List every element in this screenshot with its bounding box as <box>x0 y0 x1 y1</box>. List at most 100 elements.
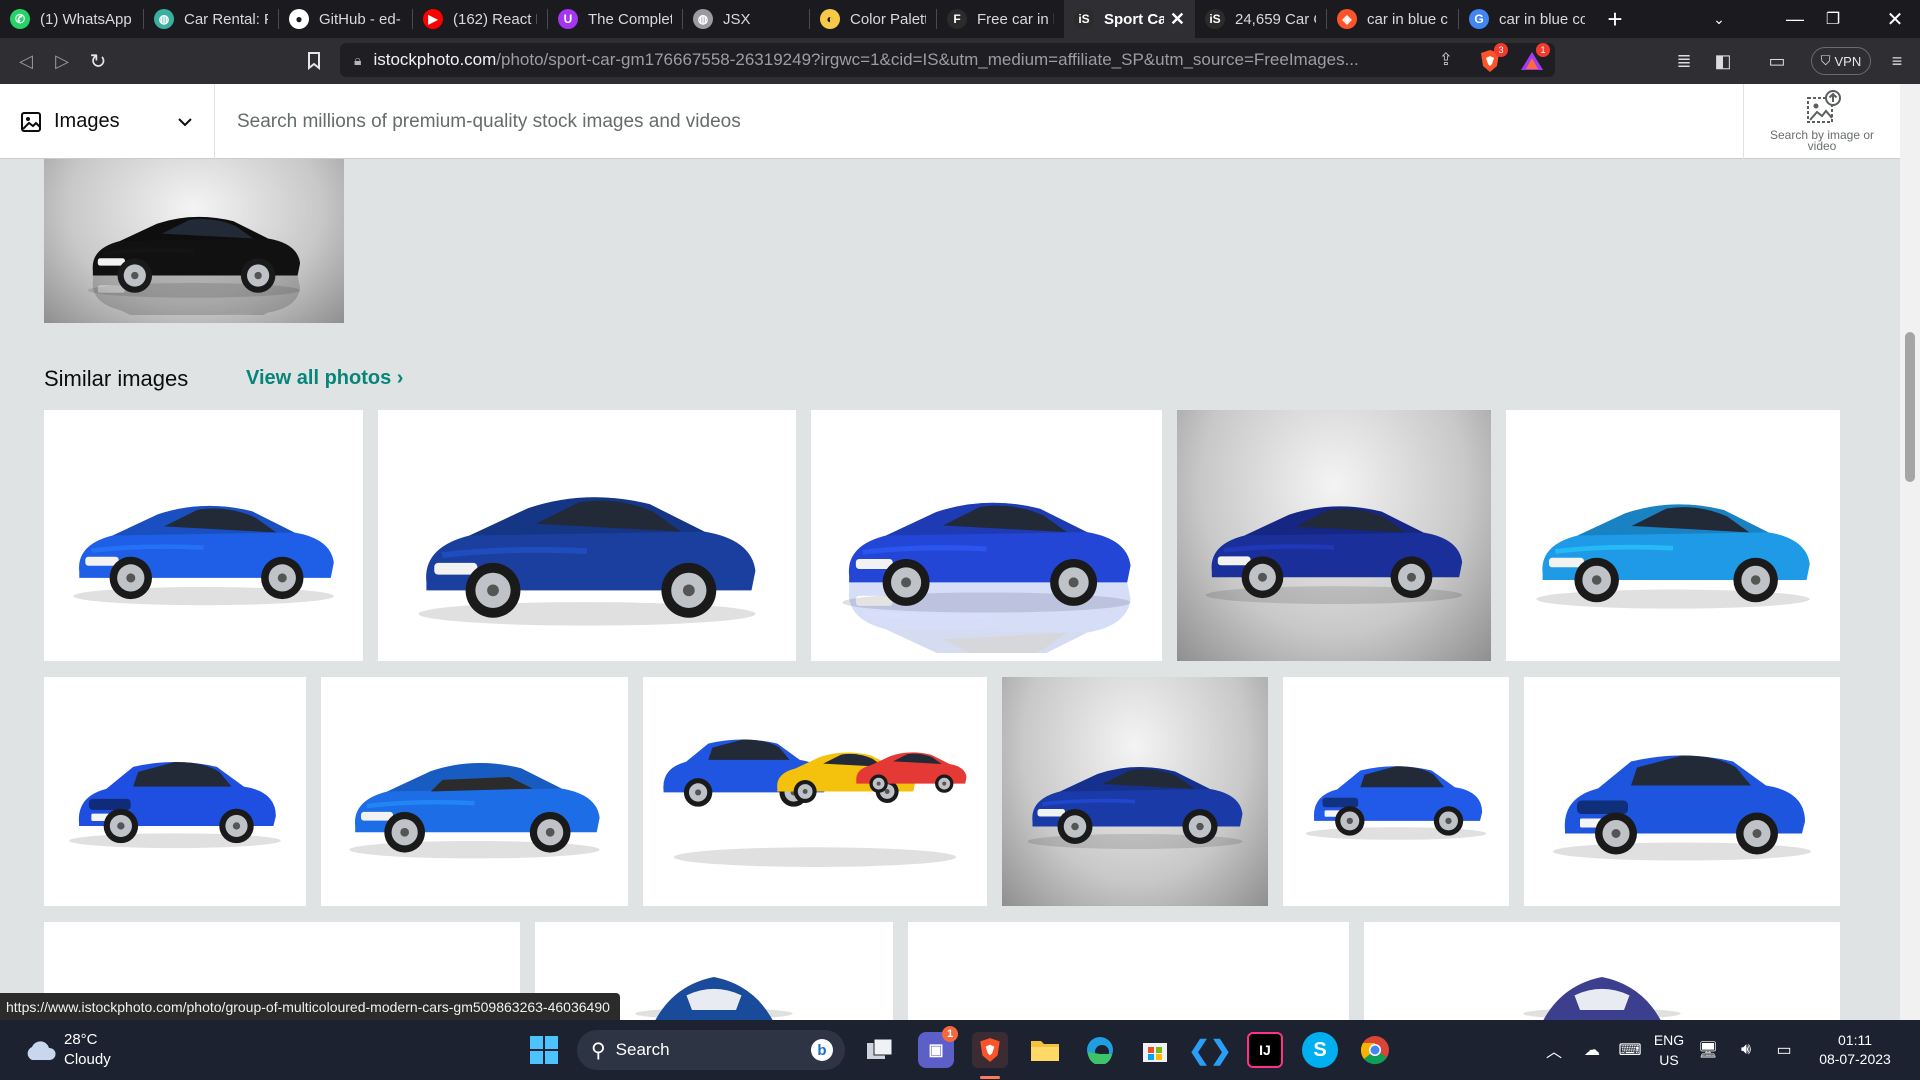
image-search-button[interactable]: Search by image or video <box>1743 84 1900 159</box>
page-scrollbar[interactable] <box>1900 84 1920 1020</box>
media-type-select[interactable]: Images <box>0 84 215 159</box>
tab-label: Car Rental: Fr <box>184 10 268 28</box>
tab[interactable]: ◈ car in blue co <box>1327 0 1458 38</box>
reload-icon[interactable]: ↻ <box>80 43 116 79</box>
tab[interactable]: ▶ (162) React R <box>413 0 547 38</box>
tab[interactable]: ● GitHub - ed- <box>279 0 412 38</box>
palette-icon: ◐ <box>820 9 840 29</box>
share-icon[interactable]: ⇪ <box>1439 50 1453 70</box>
whatsapp-icon: ✆ <box>10 9 30 29</box>
blue-sports-car-2-illustration <box>418 497 756 626</box>
show-hidden-icons-chevron-icon[interactable]: ︿ <box>1535 1038 1573 1062</box>
menu-icon[interactable]: ≡ <box>1882 46 1912 76</box>
istock-icon: iS <box>1205 9 1225 29</box>
bookmark-icon[interactable] <box>296 43 332 79</box>
blue-sports-car-image-3[interactable] <box>811 410 1162 661</box>
blue-convertible-image[interactable] <box>321 677 628 906</box>
back-icon[interactable]: ◁ <box>8 43 44 79</box>
partial-image-4[interactable] <box>1364 922 1840 1020</box>
tab-label: 24,659 Car C <box>1235 10 1316 28</box>
windows-start-icon[interactable] <box>526 1032 562 1068</box>
network-icon[interactable]: 🖥︎ <box>1689 1040 1727 1060</box>
brave-browser-icon[interactable] <box>972 1032 1008 1068</box>
skype-icon[interactable]: S <box>1302 1032 1338 1068</box>
black-sports-car-image[interactable] <box>44 159 344 323</box>
address-bar[interactable]: 🔒︎ istockphoto.com/photo/sport-car-gm176… <box>340 43 1555 77</box>
blue-sports-car-image-6[interactable] <box>1002 677 1268 906</box>
battery-icon[interactable]: ▭ <box>1765 1040 1803 1060</box>
blue-sports-car-image-2[interactable] <box>378 410 796 661</box>
edge-icon[interactable] <box>1082 1032 1118 1068</box>
teams-chat-icon[interactable]: ▣ 1 <box>918 1026 958 1068</box>
blue-sports-car-image-1[interactable] <box>44 410 363 661</box>
blue-sports-car-6-illustration <box>1027 767 1243 849</box>
task-view-icon[interactable] <box>862 1032 898 1068</box>
tab[interactable]: ◐ Color Palette <box>810 0 936 38</box>
tab[interactable]: U The Complet <box>548 0 682 38</box>
wallet-icon[interactable]: ▭ <box>1762 46 1792 76</box>
weather-widget[interactable]: 28°C Cloudy <box>24 1030 111 1070</box>
search-input[interactable] <box>215 84 1743 159</box>
partial-image-3[interactable] <box>908 922 1349 1020</box>
date: 08-07-2023 <box>1819 1051 1891 1067</box>
microsoft-store-icon[interactable] <box>1137 1032 1173 1068</box>
close-window-icon[interactable]: ✕ <box>1870 0 1920 38</box>
language-line1: ENG <box>1653 1032 1685 1048</box>
bing-icon: b <box>811 1039 833 1061</box>
sidebar-toggle-icon[interactable]: ◧ <box>1708 46 1738 76</box>
tab-label: JSX <box>723 10 751 28</box>
media-playlist-icon[interactable]: ≣ <box>1669 46 1699 76</box>
tab[interactable]: F Free car in bl <box>937 0 1064 38</box>
blue-sedan-image-3[interactable] <box>1524 677 1840 906</box>
tab[interactable]: ◍ Car Rental: Fr <box>144 0 278 38</box>
blue-sedan-image-1[interactable] <box>44 677 306 906</box>
new-tab-button[interactable]: + <box>1595 4 1635 35</box>
tab[interactable]: Gcar in blue co <box>1459 0 1595 38</box>
tab[interactable]: ✆ (1) WhatsApp <box>0 0 143 38</box>
file-explorer-icon[interactable] <box>1027 1032 1063 1068</box>
taskbar-search[interactable]: ⚲ Search b <box>577 1030 845 1070</box>
chrome-icon[interactable] <box>1357 1032 1393 1068</box>
vpn-button[interactable]: ⛉ VPN <box>1811 47 1871 75</box>
tab[interactable]: iS Sport Ca ✕ <box>1064 0 1195 38</box>
brave-rewards-icon[interactable]: 1 <box>1518 43 1550 75</box>
istock-icon: iS <box>1074 9 1094 29</box>
multicoloured-cars-image[interactable] <box>643 677 987 906</box>
tab[interactable]: iS 24,659 Car C <box>1195 0 1326 38</box>
intellij-icon[interactable]: IJ <box>1247 1032 1283 1068</box>
image-icon <box>21 111 41 132</box>
language-line2: US <box>1659 1052 1679 1068</box>
image-frame <box>1364 922 1840 1020</box>
tab-label: The Complet <box>588 10 672 28</box>
tab-label: car in blue co <box>1499 10 1585 28</box>
weather-temp: 28°C <box>64 1031 98 1048</box>
vscode-icon[interactable]: ❮❯ <box>1188 1032 1232 1068</box>
blue-sports-car-4-illustration <box>1205 506 1463 605</box>
blue-sports-car-image-4[interactable] <box>1177 410 1491 661</box>
language-indicator[interactable]: ENG US <box>1649 1030 1689 1070</box>
restore-icon[interactable]: ❐ <box>1808 0 1858 38</box>
tab-label: Sport Ca <box>1104 10 1164 28</box>
blue-sports-car-image-5[interactable] <box>1506 410 1840 661</box>
onedrive-icon[interactable]: ☁ <box>1573 1040 1611 1060</box>
close-tab-icon[interactable]: ✕ <box>1170 9 1185 30</box>
tab-search-chevron-icon[interactable]: ⌄ <box>1694 0 1744 38</box>
keyboard-icon[interactable]: ⌨ <box>1611 1040 1649 1060</box>
volume-icon[interactable]: 🔊︎ <box>1727 1041 1765 1059</box>
vpn-label: VPN <box>1834 53 1862 69</box>
forward-icon[interactable]: ▷ <box>44 43 80 79</box>
clock[interactable]: 01:11 08-07-2023 <box>1815 1031 1895 1069</box>
shields-count-badge: 3 <box>1494 43 1508 57</box>
similar-images-heading: Similar images <box>44 366 189 391</box>
blue-sedan-image-2[interactable] <box>1283 677 1509 906</box>
tab-label: (1) WhatsApp <box>40 10 132 28</box>
brave-shields-icon[interactable]: 3 <box>1476 43 1508 75</box>
search-icon: ⚲ <box>591 1039 606 1062</box>
tab[interactable]: ◍ JSX <box>683 0 809 38</box>
lock-icon: 🔒︎ <box>354 51 362 68</box>
scrollbar-thumb[interactable] <box>1905 332 1915 482</box>
site-search-header: Images Search by image or video <box>0 84 1900 159</box>
view-all-photos-link[interactable]: View all photos › <box>246 367 403 390</box>
image-search-label: Search by image or video <box>1769 128 1875 153</box>
youtube-icon: ▶ <box>423 9 443 29</box>
